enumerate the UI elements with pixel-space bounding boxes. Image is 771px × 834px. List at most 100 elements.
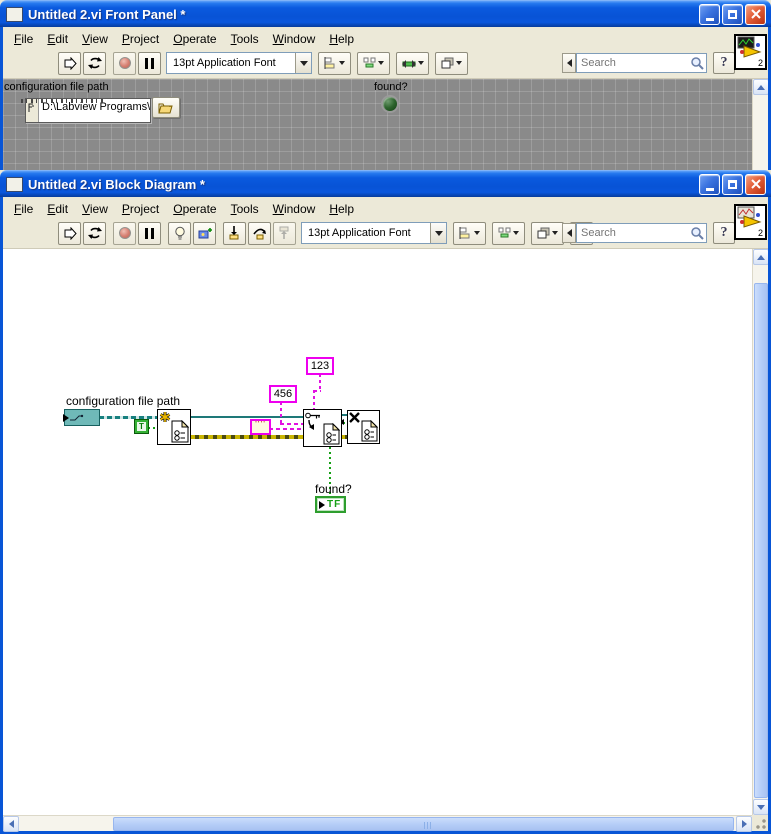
maximize-icon [728,9,737,19]
menu-project[interactable]: Project [115,200,166,218]
menu-file[interactable]: File [7,30,40,48]
minimize-button[interactable] [699,173,720,195]
abort-button[interactable] [113,51,136,75]
search-input[interactable] [576,223,707,243]
abort-icon [118,57,131,69]
open-config-data-node[interactable] [157,409,191,445]
path-terminal-label: configuration file path [66,394,181,408]
labview-logo-graphic [737,36,762,58]
search-scope-button[interactable] [562,53,576,73]
scroll-right-button[interactable] [736,816,752,832]
front-panel-vertical-scrollbar[interactable] [752,79,768,170]
step-out-button[interactable] [273,221,296,245]
menu-project[interactable]: Project [115,30,166,48]
menu-tools[interactable]: Tools [224,200,266,218]
reorder-dropdown[interactable] [435,51,468,75]
search-cluster: ? [562,222,735,244]
menu-view[interactable]: View [75,30,115,48]
front-panel-title: Untitled 2.vi Front Panel * [28,6,186,22]
help-button[interactable]: ? [713,52,735,74]
scroll-down-button[interactable] [753,799,768,815]
distribute-objects-icon [363,57,376,68]
menu-window[interactable]: Window [266,200,323,218]
close-config-data-node[interactable] [347,410,380,444]
run-continuously-button[interactable] [83,51,106,75]
font-selector-value: 13pt Application Font [173,57,276,69]
run-continuously-button[interactable] [83,221,106,245]
run-button[interactable] [58,51,81,75]
maximize-button[interactable] [722,3,743,25]
font-selector[interactable]: 13pt Application Font [301,222,447,244]
empty-string-constant[interactable]: '''' [250,419,271,435]
menu-help[interactable]: Help [322,30,361,48]
font-selector-value: 13pt Application Font [308,227,411,239]
menu-operate[interactable]: Operate [166,200,223,218]
scroll-up-button[interactable] [753,79,768,95]
align-objects-icon [459,227,470,239]
string-constant-456[interactable]: 456 [269,385,297,403]
horizontal-scroll-thumb[interactable] [113,817,734,831]
tf-glyph: TF [327,499,342,510]
step-into-button[interactable] [223,221,246,245]
menu-edit[interactable]: Edit [40,200,75,218]
maximize-button[interactable] [722,173,743,195]
config-file-icon [171,420,189,443]
probe-icon [198,228,212,239]
step-over-icon [252,228,266,240]
labview-logo: 2 [734,204,767,240]
block-diagram-canvas[interactable]: configuration file path T '''' 456 123 f… [3,249,752,815]
front-panel-titlebar[interactable]: Untitled 2.vi Front Panel * [0,0,771,27]
reorder-dropdown[interactable] [531,221,564,245]
string-constant-123[interactable]: 123 [306,357,334,375]
highlight-execution-button[interactable] [168,221,191,245]
distribute-objects-dropdown[interactable] [357,51,390,75]
scroll-thumb-grip [423,822,433,829]
close-button[interactable] [745,173,766,195]
minimize-button[interactable] [699,3,720,25]
minimize-icon [705,17,714,21]
front-panel-canvas[interactable]: configuration file path D:\Labview Progr… [3,79,768,170]
menu-operate[interactable]: Operate [166,30,223,48]
font-selector[interactable]: 13pt Application Font [166,52,312,74]
found-boolean-terminal[interactable]: TF [315,496,346,513]
search-input[interactable] [576,53,707,73]
pause-button[interactable] [138,51,161,75]
step-over-button[interactable] [248,221,271,245]
menu-help[interactable]: Help [322,200,361,218]
help-button[interactable]: ? [713,222,735,244]
abort-button[interactable] [113,221,136,245]
menu-tools[interactable]: Tools [224,30,266,48]
scroll-left-button[interactable] [3,816,19,832]
search-scope-button[interactable] [562,223,576,243]
retain-wire-values-button[interactable] [193,221,216,245]
block-diagram-titlebar[interactable]: Untitled 2.vi Block Diagram * [0,170,771,197]
distribute-objects-dropdown[interactable] [492,221,525,245]
align-objects-dropdown[interactable] [318,51,351,75]
true-constant[interactable]: T [134,419,149,434]
lightbulb-icon [174,226,185,240]
menu-window[interactable]: Window [266,30,323,48]
menu-view[interactable]: View [75,200,115,218]
wire-string-empty [269,428,304,430]
read-key-node[interactable] [303,409,342,447]
config-file-icon [323,423,340,445]
menu-edit[interactable]: Edit [40,30,75,48]
menu-file[interactable]: File [7,200,40,218]
window-resize-grip[interactable] [752,815,768,831]
vertical-scroll-thumb[interactable] [754,283,768,798]
pause-button[interactable] [138,221,161,245]
scroll-up-button[interactable] [753,249,768,265]
font-selector-arrow[interactable] [295,53,311,73]
desktop: { "front_panel": { "title": "Untitled 2.… [0,0,771,834]
resize-objects-dropdown[interactable] [396,51,429,75]
run-button[interactable] [58,221,81,245]
close-button[interactable] [745,3,766,25]
block-diagram-horizontal-scrollbar[interactable] [3,815,752,832]
reorder-icon [537,227,550,239]
font-selector-arrow[interactable] [430,223,446,243]
labview-vi-icon [6,176,23,192]
path-control-terminal[interactable] [63,409,100,426]
align-objects-dropdown[interactable] [453,221,486,245]
browse-button[interactable] [152,97,180,118]
block-diagram-vertical-scrollbar[interactable] [752,249,768,815]
